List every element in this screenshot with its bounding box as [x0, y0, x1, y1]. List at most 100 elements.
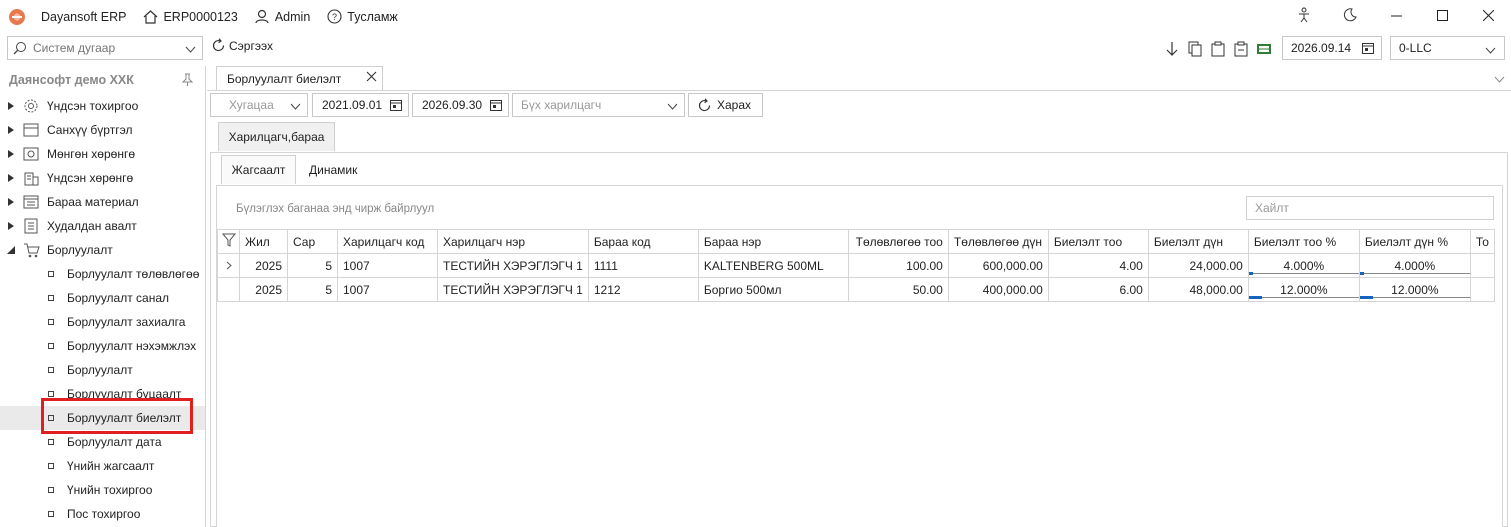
column-header[interactable]: Төлөвлөгөө дүн	[947, 229, 1049, 254]
close-tab-icon[interactable]	[366, 71, 377, 85]
download-icon[interactable]	[1162, 39, 1181, 58]
table-row[interactable]: 2025 5 1007 ТЕСТИЙН ХЭРЭГЛЭГЧ 1 1111 KAL…	[217, 253, 1495, 278]
column-header[interactable]: Бараа нэр	[697, 229, 849, 254]
cell-actual-amount[interactable]: 24,000.00	[1147, 253, 1249, 278]
paste-icon[interactable]	[1231, 39, 1250, 58]
cell-plan-amount[interactable]: 600,000.00	[947, 253, 1049, 278]
cell-amount-percent[interactable]: 12.000%	[1358, 277, 1471, 302]
close-button[interactable]	[1465, 0, 1511, 33]
nav-sales[interactable]: Борлуулалт	[0, 358, 205, 382]
nav-group-inventory[interactable]: Бараа материал	[0, 190, 205, 214]
date-from-field[interactable]: 2021.09.01	[312, 93, 409, 117]
cell-actual-qty[interactable]: 6.00	[1047, 277, 1149, 302]
progress-fill	[1360, 272, 1365, 275]
chevron-down-icon[interactable]	[1494, 72, 1505, 86]
cell-month[interactable]: 5	[287, 253, 338, 278]
excel-export-icon[interactable]	[1254, 39, 1273, 58]
expand-arrow-icon[interactable]	[7, 198, 15, 206]
cell-qty-percent[interactable]: 4.000%	[1247, 253, 1360, 278]
cell-actual-qty[interactable]: 4.00	[1047, 253, 1149, 278]
system-number-input[interactable]	[33, 41, 173, 55]
cell-amount-percent[interactable]: 4.000%	[1358, 253, 1471, 278]
nav-group-cash[interactable]: Мөнгөн хөрөнгө	[0, 142, 205, 166]
tab-list[interactable]: Жагсаалт	[221, 155, 296, 184]
column-header[interactable]: Жил	[239, 229, 288, 254]
nav-item-label: Пос тохиргоо	[67, 507, 141, 521]
cell-actual-amount[interactable]: 48,000.00	[1147, 277, 1249, 302]
column-header[interactable]: Биелэлт дүн	[1147, 229, 1249, 254]
column-header[interactable]: Биелэлт тоо %	[1247, 229, 1360, 254]
maximize-button[interactable]	[1419, 0, 1465, 33]
clipboard-icon[interactable]	[1208, 39, 1227, 58]
chevron-down-icon[interactable]	[185, 43, 196, 57]
expand-arrow-icon[interactable]	[7, 174, 15, 182]
cell-partner-code[interactable]: 1007	[337, 253, 438, 278]
cell-year[interactable]: 2025	[239, 277, 288, 302]
nav-sales-quote[interactable]: Борлуулалт санал	[0, 286, 205, 310]
cell-plan-qty[interactable]: 50.00	[847, 277, 949, 302]
expand-arrow-icon[interactable]	[7, 150, 15, 158]
period-select[interactable]: Хугацаа	[210, 93, 308, 117]
grid-search-input[interactable]: Хайлт	[1246, 196, 1494, 220]
nav-group-general-settings[interactable]: Үндсэн тохиргоо	[0, 94, 205, 118]
pin-icon[interactable]	[181, 73, 194, 89]
view-button[interactable]: Харах	[688, 93, 763, 117]
expand-arrow-icon[interactable]	[7, 102, 15, 110]
filter-icon[interactable]	[221, 233, 236, 250]
date-to-field[interactable]: 2026.09.30	[412, 93, 509, 117]
nav-sales-order[interactable]: Борлуулалт захиалга	[0, 310, 205, 334]
column-header[interactable]: Сар	[287, 229, 338, 254]
column-header[interactable]: То	[1469, 229, 1495, 254]
theme-toggle-button[interactable]	[1327, 0, 1373, 33]
column-header[interactable]: Харилцагч код	[337, 229, 438, 254]
column-header[interactable]: Төлөвлөгөө тоо	[847, 229, 949, 254]
cell-qty-percent[interactable]: 12.000%	[1247, 277, 1360, 302]
calendar-icon[interactable]	[1362, 42, 1374, 57]
user-menu[interactable]: Admin	[254, 9, 310, 25]
nav-pos-settings[interactable]: Пос тохиргоо	[0, 502, 205, 526]
tab-dynamic[interactable]: Динамик	[309, 155, 357, 184]
cell-plan-qty[interactable]: 100.00	[847, 253, 949, 278]
accessibility-button[interactable]	[1281, 0, 1327, 33]
cell-month[interactable]: 5	[287, 277, 338, 302]
tab-partner-item[interactable]: Харилцагч,бараа	[218, 122, 335, 151]
nav-group-fixed-assets[interactable]: Үндсэн хөрөнгө	[0, 166, 205, 190]
nav-group-sales[interactable]: Борлуулалт	[0, 238, 205, 262]
copy-icon[interactable]	[1185, 39, 1204, 58]
cell-partner-code[interactable]: 1007	[337, 277, 438, 302]
collapse-arrow-icon[interactable]	[7, 246, 15, 254]
nav-sales-invoice[interactable]: Борлуулалт нэхэмжлэх	[0, 334, 205, 358]
erp-code-link[interactable]: ERP0000123	[142, 9, 238, 25]
minimize-button[interactable]	[1373, 0, 1419, 33]
help-menu[interactable]: ? Тусламж	[326, 9, 398, 25]
column-header[interactable]: Харилцагч нэр	[437, 229, 589, 254]
cell-partner-name[interactable]: ТЕСТИЙН ХЭРЭГЛЭГЧ 1	[437, 277, 589, 302]
column-header[interactable]: Бараа код	[587, 229, 699, 254]
partner-select[interactable]: Бүх харилцагч	[512, 93, 685, 117]
filter-column-header[interactable]	[217, 229, 240, 254]
cell-year[interactable]: 2025	[239, 253, 288, 278]
calendar-icon[interactable]	[390, 99, 402, 114]
nav-group-purchasing[interactable]: Худалдан авалт	[0, 214, 205, 238]
nav-price-settings[interactable]: Үнийн тохиргоо	[0, 478, 205, 502]
cell-item-name[interactable]: KALTENBERG 500ML	[697, 253, 849, 278]
document-tab[interactable]: Борлуулалт биелэлт	[216, 66, 383, 90]
working-date-field[interactable]: 2026.09.14	[1282, 36, 1382, 60]
cell-item-code[interactable]: 1212	[587, 277, 699, 302]
expand-arrow-icon[interactable]	[7, 222, 15, 230]
calendar-icon[interactable]	[490, 99, 502, 114]
column-header[interactable]: Биелэлт тоо	[1047, 229, 1149, 254]
cell-partner-name[interactable]: ТЕСТИЙН ХЭРЭГЛЭГЧ 1	[437, 253, 589, 278]
table-row[interactable]: 2025 5 1007 ТЕСТИЙН ХЭРЭГЛЭГЧ 1 1212 Бор…	[217, 277, 1495, 302]
column-header[interactable]: Биелэлт дүн %	[1358, 229, 1471, 254]
nav-sales-plan[interactable]: Борлуулалт төлөвлөгөө	[0, 262, 205, 286]
system-number-search[interactable]	[7, 36, 203, 60]
cell-item-code[interactable]: 1111	[587, 253, 699, 278]
cell-plan-amount[interactable]: 400,000.00	[947, 277, 1049, 302]
nav-group-accounting[interactable]: Санхүү бүртгэл	[0, 118, 205, 142]
nav-price-list[interactable]: Үнийн жагсаалт	[0, 454, 205, 478]
expand-arrow-icon[interactable]	[7, 126, 15, 134]
refresh-button[interactable]: Сэргээх	[211, 38, 273, 53]
company-select[interactable]: 0-LLC	[1390, 36, 1505, 60]
cell-item-name[interactable]: Боргио 500мл	[697, 277, 849, 302]
